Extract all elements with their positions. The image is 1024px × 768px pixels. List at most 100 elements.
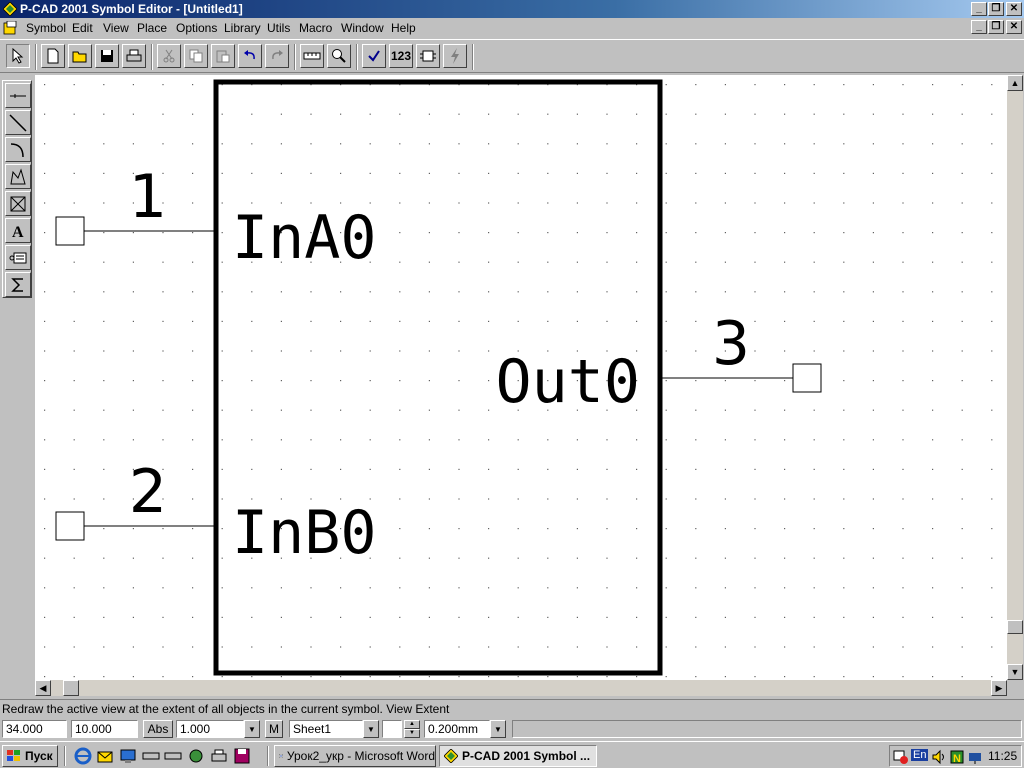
pin-name: Out0: [496, 347, 641, 417]
place-field-button[interactable]: [5, 191, 31, 216]
spin-down-button[interactable]: ▼: [404, 729, 420, 738]
menu-utils[interactable]: Utils: [267, 21, 290, 35]
menu-library[interactable]: Library: [224, 21, 261, 35]
symbol-drawing[interactable]: 1 InA0 2 InB0 3 Out0: [35, 75, 1007, 680]
document-icon[interactable]: [3, 21, 17, 35]
scroll-right-button[interactable]: ▶: [991, 680, 1007, 696]
start-button[interactable]: Пуск: [2, 745, 58, 767]
status-message: Redraw the active view at the extent of …: [2, 702, 450, 716]
drive-icon[interactable]: [142, 747, 160, 765]
antivirus-icon[interactable]: N: [949, 749, 965, 765]
horizontal-scrollbar[interactable]: ◀ ▶: [35, 680, 1007, 696]
doc-close-button[interactable]: ✕: [1006, 20, 1022, 34]
chip-icon: [420, 50, 436, 62]
sheet-select[interactable]: Sheet1: [289, 720, 363, 738]
scroll-left-button[interactable]: ◀: [35, 680, 51, 696]
close-button[interactable]: ✕: [1006, 2, 1022, 16]
pin-number: 1: [129, 162, 167, 232]
place-ref-point-button[interactable]: [5, 272, 31, 297]
symbol-wizard-button[interactable]: [416, 44, 440, 68]
language-indicator[interactable]: En: [911, 749, 929, 761]
redo-arrow-icon: [272, 50, 283, 60]
y-coordinate-field[interactable]: 10.000: [71, 720, 138, 738]
taskbar-separator: [267, 746, 269, 766]
layer-color-field[interactable]: [382, 720, 402, 738]
lightning-button[interactable]: [443, 44, 467, 68]
menu-symbol[interactable]: Symbol: [26, 21, 66, 35]
printer-icon: [126, 49, 142, 62]
m-toggle-button[interactable]: M: [265, 720, 283, 738]
taskbar-task-word[interactable]: W Урок2_укр - Microsoft Word: [274, 745, 436, 767]
task-label: Урок2_укр - Microsoft Word: [286, 749, 435, 763]
grid-select[interactable]: 1.000: [176, 720, 244, 738]
scroll-up-button[interactable]: ▲: [1007, 75, 1023, 91]
sigma-icon: [11, 277, 23, 292]
svg-text:A: A: [12, 224, 24, 239]
cut-button[interactable]: [157, 44, 181, 68]
network-icon[interactable]: [187, 747, 205, 765]
title-bar[interactable]: P-CAD 2001 Symbol Editor - [Untitled1] _…: [0, 0, 1024, 18]
save-button[interactable]: [95, 44, 119, 68]
floppy-launch-icon[interactable]: [233, 747, 251, 765]
line-width-dropdown-arrow[interactable]: ▼: [490, 720, 506, 738]
task-label: P-CAD 2001 Symbol ...: [462, 749, 591, 763]
pcad-app-icon[interactable]: [3, 2, 17, 16]
x-coordinate-field[interactable]: 34.000: [2, 720, 67, 738]
pin-endpoint[interactable]: [55, 216, 85, 246]
volume-icon[interactable]: [931, 749, 947, 765]
vertical-scroll-thumb[interactable]: [1007, 620, 1023, 634]
menu-options[interactable]: Options: [176, 21, 217, 35]
clock[interactable]: 11:25: [988, 749, 1017, 763]
menu-place[interactable]: Place: [137, 21, 167, 35]
taskbar-task-pcad[interactable]: P-CAD 2001 Symbol ...: [439, 745, 597, 767]
scroll-down-button[interactable]: ▼: [1007, 664, 1023, 680]
abs-toggle-button[interactable]: Abs: [143, 720, 173, 738]
drawing-canvas[interactable]: 1 InA0 2 InB0 3 Out0: [35, 75, 1007, 680]
place-line-button[interactable]: [5, 110, 31, 135]
menu-window[interactable]: Window: [341, 21, 384, 35]
scheduler-icon[interactable]: [893, 749, 909, 765]
print-button[interactable]: [122, 44, 146, 68]
place-arc-button[interactable]: [5, 137, 31, 162]
new-button[interactable]: [41, 44, 65, 68]
line-width-select[interactable]: 0.200mm: [424, 720, 490, 738]
magnifier-icon: [332, 49, 346, 63]
drive-icon[interactable]: [164, 747, 182, 765]
copy-button[interactable]: [184, 44, 208, 68]
show-desktop-icon[interactable]: [119, 747, 137, 765]
select-tool-button[interactable]: [6, 44, 30, 68]
place-pin-button[interactable]: [5, 83, 31, 108]
menu-view[interactable]: View: [103, 21, 129, 35]
restore-button[interactable]: ❐: [988, 2, 1004, 16]
place-polygon-button[interactable]: [5, 164, 31, 189]
menu-edit[interactable]: Edit: [72, 21, 93, 35]
outlook-express-icon[interactable]: [96, 747, 114, 765]
pin-endpoint[interactable]: [55, 511, 85, 541]
place-text-button[interactable]: A: [5, 218, 31, 243]
menu-help[interactable]: Help: [391, 21, 416, 35]
internet-explorer-icon[interactable]: [74, 747, 92, 765]
paste-button[interactable]: [211, 44, 235, 68]
place-attribute-button[interactable]: [5, 245, 31, 270]
printer-tray-icon[interactable]: [210, 747, 228, 765]
open-folder-icon: [72, 51, 87, 63]
renumber-button[interactable]: 123: [389, 44, 413, 68]
vertical-scrollbar[interactable]: ▲ ▼: [1007, 75, 1023, 680]
menu-macro[interactable]: Macro: [299, 21, 332, 35]
doc-restore-button[interactable]: ❐: [988, 20, 1004, 34]
grid-dropdown-arrow[interactable]: ▼: [244, 720, 260, 738]
open-button[interactable]: [68, 44, 92, 68]
redo-button[interactable]: [265, 44, 289, 68]
undo-button[interactable]: [238, 44, 262, 68]
doc-minimize-button[interactable]: _: [971, 20, 987, 34]
sheet-dropdown-arrow[interactable]: ▼: [363, 720, 379, 738]
arrow-pointer-icon: [12, 48, 24, 64]
validate-button[interactable]: [362, 44, 386, 68]
minimize-button[interactable]: _: [971, 2, 987, 16]
pin-endpoint[interactable]: [792, 363, 822, 393]
horizontal-scroll-thumb[interactable]: [63, 680, 79, 696]
spin-up-button[interactable]: ▲: [404, 720, 420, 729]
zoom-button[interactable]: [327, 44, 351, 68]
network-status-icon[interactable]: [967, 749, 983, 765]
measure-button[interactable]: [300, 44, 324, 68]
